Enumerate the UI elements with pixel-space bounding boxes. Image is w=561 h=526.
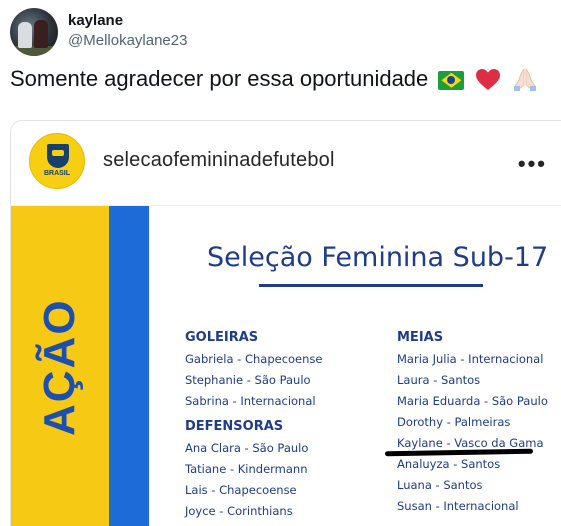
tweet-text: Somente agradecer por essa oportunidade: [10, 66, 539, 92]
instagram-post-header: BRASIL selecaofemininadefutebol •••: [11, 121, 561, 205]
brazil-flag-icon: [438, 70, 465, 90]
shield-icon: [47, 144, 69, 168]
display-name[interactable]: kaylane: [68, 12, 123, 29]
section-heading-defenders: DEFENSORAS: [185, 419, 284, 434]
embedded-image[interactable]: BRASIL selecaofemininadefutebol ••• AÇÃO…: [10, 120, 561, 526]
more-options-icon[interactable]: •••: [518, 151, 547, 177]
user-handle[interactable]: @Mellokaylane23: [68, 32, 187, 49]
player-entry: Joyce - Corinthians: [185, 504, 293, 518]
cbf-logo[interactable]: BRASIL: [29, 133, 85, 189]
instagram-account-name[interactable]: selecaofemininadefutebol: [103, 149, 335, 172]
poster-blue-stripe: [109, 206, 149, 526]
player-entry: Ana Clara - São Paulo: [185, 441, 309, 455]
player-entry: Maria Eduarda - São Paulo: [397, 394, 548, 408]
poster: AÇÃO Seleção Feminina Sub-17 GOLEIRAS Ga…: [11, 205, 561, 526]
player-entry: Stephanie - São Paulo: [185, 373, 311, 387]
section-heading-midfielders: MEIAS: [397, 330, 444, 345]
player-entry: Susan - Internacional: [397, 499, 519, 513]
player-entry: Tatiane - Kindermann: [185, 462, 308, 476]
left-roster-column: GOLEIRAS Gabriela - Chapecoense Stephani…: [185, 330, 375, 525]
player-entry: Maria Julia - Internacional: [397, 352, 544, 366]
avatar[interactable]: [10, 8, 58, 56]
player-entry: Dorothy - Palmeiras: [397, 415, 511, 429]
title-underline: [259, 284, 483, 287]
poster-title: Seleção Feminina Sub-17: [207, 242, 549, 273]
player-entry: Sabrina - Internacional: [185, 394, 316, 408]
player-entry: Luana - Santos: [397, 478, 483, 492]
right-roster-column: MEIAS Maria Julia - Internacional Laura …: [397, 330, 561, 520]
logo-text: BRASIL: [43, 170, 71, 177]
player-entry: Gabriela - Chapecoense: [185, 352, 323, 366]
tweet-header: kaylane @Mellokaylane23: [10, 8, 550, 56]
player-entry: Lais - Chapecoense: [185, 483, 297, 497]
player-entry: Analuyza - Santos: [397, 457, 501, 471]
poster-side-word: AÇÃO: [35, 298, 84, 436]
section-heading-goalkeepers: GOLEIRAS: [185, 330, 259, 345]
player-entry: Laura - Santos: [397, 373, 481, 387]
tweet-text-content: Somente agradecer por essa oportunidade: [10, 66, 429, 91]
red-heart-icon: [475, 69, 500, 91]
folded-hands-icon: [513, 68, 536, 92]
